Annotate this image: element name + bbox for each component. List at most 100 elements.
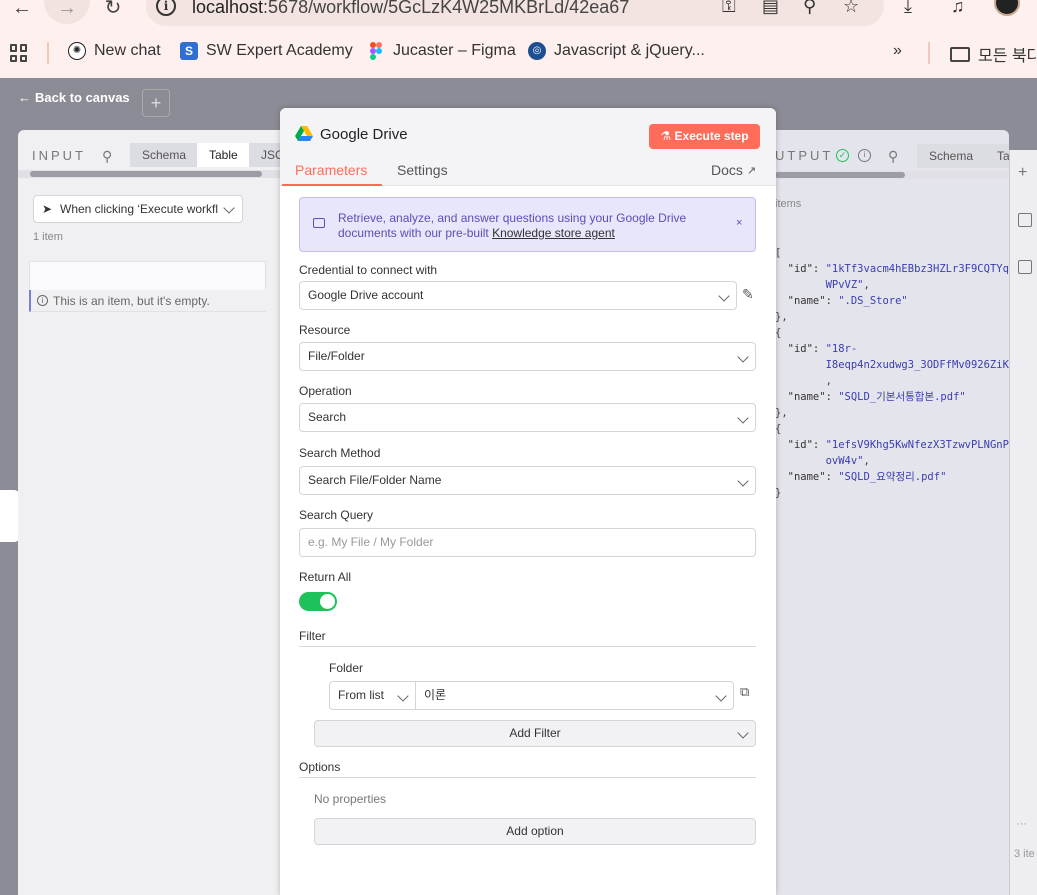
json-line: "id": "1kTf3vacm4hEBbz3HZLr3F9CQTYq (775, 261, 1009, 277)
chevron-down-icon (397, 690, 409, 702)
return-all-toggle[interactable] (299, 592, 337, 611)
json-line: WPvVZ", (775, 277, 1009, 293)
search-icon[interactable]: ⚲ (888, 148, 898, 165)
info-icon[interactable]: i (858, 149, 871, 162)
json-value: ovW4v" (775, 455, 864, 467)
resource-select[interactable]: File/Folder (299, 342, 756, 371)
node-header: Google Drive ⚗ Execute step Parameters S… (280, 108, 776, 186)
json-punct: , (863, 279, 870, 291)
back-to-canvas-button[interactable]: ← Back to canvas (18, 90, 130, 105)
right-sidebar: + ··· 3 ite (1009, 150, 1037, 895)
zoom-icon[interactable]: ⚲ (803, 0, 816, 17)
search-query-input[interactable]: e.g. My File / My Folder (299, 528, 756, 557)
apps-grid-icon[interactable] (10, 44, 28, 62)
search-method-select[interactable]: Search File/Folder Name (299, 466, 756, 495)
tab-schema[interactable]: Schema (130, 143, 199, 167)
active-tab-underline (282, 184, 382, 186)
toggle-knob (320, 594, 335, 609)
figma-icon (367, 42, 385, 60)
tab-parameters[interactable]: Parameters (295, 162, 367, 178)
json-line: [ (775, 247, 782, 259)
json-value: "1efsV9Khg5KwNfezX3TzwvPLNGnP (825, 439, 1009, 451)
item-count: 1 item (33, 231, 63, 243)
tab-table[interactable]: Table (197, 143, 250, 167)
return-all-label: Return All (299, 570, 352, 584)
docs-link[interactable]: Docs ↗ (711, 162, 756, 178)
json-line: ovW4v", (775, 453, 1009, 469)
execute-step-button[interactable]: ⚗ Execute step (649, 124, 760, 149)
section-divider (299, 646, 756, 647)
output-scrollbar[interactable] (775, 171, 1009, 179)
output-items-label: items (775, 198, 802, 210)
robot-icon (313, 218, 325, 228)
bookmark-folder[interactable]: 모든 북다 (950, 42, 1037, 66)
json-key: "id": (775, 263, 826, 275)
credential-select[interactable]: Google Drive account (299, 281, 737, 310)
reload-icon[interactable]: ↻ (99, 0, 127, 22)
scrollbar-thumb[interactable] (775, 172, 905, 178)
bookmark-star-icon[interactable]: ☆ (843, 0, 859, 17)
openai-icon: ✺ (68, 42, 86, 60)
tab-settings[interactable]: Settings (397, 162, 448, 178)
key-icon[interactable]: ⚿ (722, 0, 736, 17)
json-key: "name": (775, 295, 839, 307)
back-arrow-icon[interactable]: ← (8, 0, 36, 22)
media-icon[interactable]: ♫ (951, 0, 965, 17)
side-count-label: 3 ite (1014, 848, 1035, 860)
json-value: WPvVZ" (775, 279, 864, 291)
panel-icon[interactable] (1018, 260, 1032, 274)
more-icon[interactable]: ··· (1016, 818, 1027, 830)
tab-json[interactable]: JSO (249, 143, 280, 167)
knowledge-agent-notice: Retrieve, analyze, and answer questions … (299, 197, 756, 252)
panel-handle[interactable] (0, 490, 20, 542)
download-icon[interactable]: ⤓ (904, 0, 912, 17)
tab-table[interactable]: Ta (985, 144, 1009, 168)
more-bookmarks-button[interactable]: » (893, 42, 902, 60)
section-divider (299, 777, 756, 778)
knowledge-store-agent-link[interactable]: Knowledge store agent (492, 226, 615, 240)
bookmark-figma[interactable]: Jucaster – Figma (367, 42, 516, 60)
operation-select[interactable]: Search (299, 403, 756, 432)
add-node-button[interactable]: + (142, 89, 170, 117)
resource-label: Resource (299, 323, 351, 337)
bookmark-javascript[interactable]: ◎ Javascript & jQuery... (528, 42, 705, 60)
external-link-icon[interactable]: ⧉ (740, 684, 749, 700)
external-link-icon: ↗ (746, 164, 757, 177)
json-line: "name": "SQLD_요약정리.pdf" (775, 469, 1009, 485)
add-filter-button[interactable]: Add Filter (314, 720, 756, 747)
bookmark-new-chat[interactable]: ✺ New chat (68, 42, 161, 60)
json-line: { (775, 423, 782, 435)
forward-arrow-icon[interactable]: → (53, 0, 81, 22)
json-line: }, (775, 407, 788, 419)
add-option-button[interactable]: Add option (314, 818, 756, 845)
profile-avatar[interactable] (994, 0, 1020, 16)
search-query-label: Search Query (299, 508, 374, 522)
close-icon[interactable]: × (736, 217, 742, 229)
output-panel-title: UTPUT (775, 148, 834, 163)
json-key: "name": (775, 391, 839, 403)
tab-schema[interactable]: Schema (917, 144, 986, 168)
edit-pencil-icon[interactable]: ✎ (742, 286, 754, 303)
input-scrollbar[interactable] (18, 170, 280, 178)
scrollbar-thumb[interactable] (30, 171, 262, 177)
table-header (29, 261, 266, 291)
json-line: "id": "1efsV9Khg5KwNfezX3TzwvPLNGnP (775, 437, 1009, 453)
plus-icon[interactable]: + (1018, 164, 1027, 182)
input-panel: INPUT ⚲ Schema Table JSO ➤ When clicking… (18, 130, 280, 895)
bookmark-swea[interactable]: S SW Expert Academy (180, 42, 353, 60)
cursor-icon: ➤ (42, 202, 53, 216)
note-icon[interactable] (1018, 213, 1032, 227)
chevron-down-icon (737, 412, 749, 424)
arrow-left-icon: ← (18, 90, 31, 105)
json-line: }, (775, 311, 788, 323)
folder-mode-select[interactable]: From list (329, 681, 416, 710)
translate-icon[interactable]: ▤ (762, 0, 779, 17)
trigger-node-select[interactable]: ➤ When clicking ‘Execute workfl (33, 195, 243, 223)
url-text[interactable]: localhost:5678/workflow/5GcLzK4W25MKBrLd… (192, 0, 629, 18)
json-line: { (775, 327, 782, 339)
search-icon[interactable]: ⚲ (102, 148, 112, 165)
folder-value-select[interactable]: 이론 (415, 681, 734, 710)
empty-item-note: i This is an item, but it's empty. (29, 290, 266, 312)
node-title: Google Drive (320, 126, 408, 143)
json-line: "name": ".DS_Store" (775, 293, 1009, 309)
